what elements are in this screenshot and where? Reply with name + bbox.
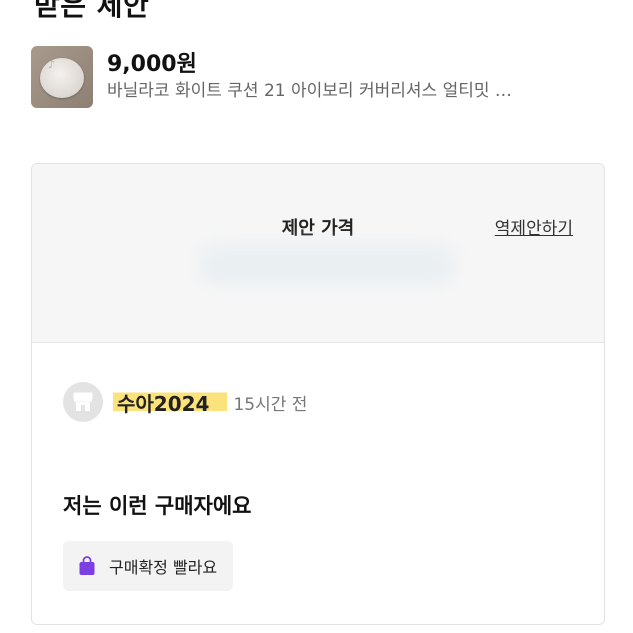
counter-offer-link[interactable]: 역제안하기 — [495, 214, 573, 239]
product-price: 9,000원 — [107, 52, 197, 77]
page-title: 받은 제안 — [34, 0, 150, 22]
shopping-bag-icon — [77, 555, 97, 577]
product-info: 9,000원 바닐라코 화이트 쿠션 21 아이보리 커버리셔스 얼티밋 … — [107, 51, 512, 103]
cushion-compact-image — [40, 58, 84, 98]
shop-icon — [73, 392, 93, 411]
buyer-avatar — [63, 382, 103, 422]
buyer-trait-label: 구매확정 빨라요 — [109, 558, 218, 577]
buyer-traits-heading: 저는 이런 구매자에요 — [63, 494, 252, 518]
offer-price-value-blurred — [197, 244, 457, 286]
product-summary[interactable]: ♪ 9,000원 바닐라코 화이트 쿠션 21 아이보리 커버리셔스 얼티밋 … — [31, 46, 601, 108]
offer-price-section: 제안 가격 역제안하기 — [32, 164, 604, 343]
product-name: 바닐라코 화이트 쿠션 21 아이보리 커버리셔스 얼티밋 … — [107, 81, 512, 101]
received-offer-page: 받은 제안 ♪ 9,000원 바닐라코 화이트 쿠션 21 아이보리 커버리셔스… — [0, 0, 633, 633]
product-thumbnail: ♪ — [31, 46, 93, 108]
buyer-info[interactable]: 수아2024 15시간 전 — [63, 380, 307, 424]
offer-time: 15시간 전 — [233, 394, 308, 415]
logo-mark: ♪ — [48, 58, 56, 71]
buyer-name[interactable]: 수아2024 — [113, 387, 228, 417]
offer-card: 제안 가격 역제안하기 수아2024 15시간 전 저는 이런 구매자에요 구매… — [31, 163, 605, 625]
buyer-trait-badge: 구매확정 빨라요 — [63, 541, 234, 591]
